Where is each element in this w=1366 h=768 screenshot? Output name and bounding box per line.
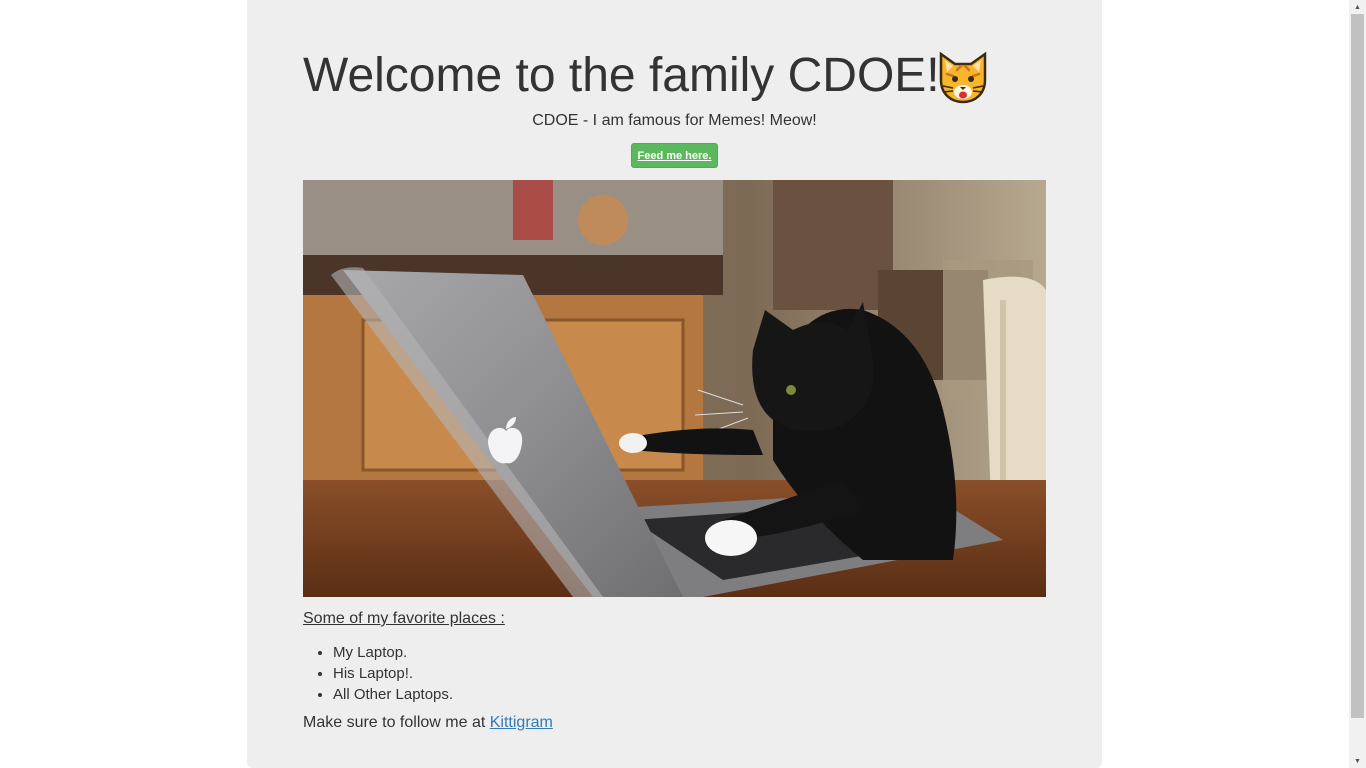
favorite-places-heading: Some of my favorite places :	[303, 610, 505, 627]
favorite-places-list: My Laptop. His Laptop!. All Other Laptop…	[303, 642, 453, 705]
vertical-scrollbar[interactable]: ▲ ▼	[1349, 0, 1366, 768]
cat-laptop-illustration	[303, 180, 1046, 597]
kittigram-link[interactable]: Kittigram	[490, 714, 553, 731]
list-item: My Laptop.	[333, 642, 453, 663]
page-title: Welcome to the family CDOE!	[303, 49, 940, 102]
scroll-up-arrow-icon[interactable]: ▲	[1349, 0, 1366, 14]
scroll-down-arrow-icon[interactable]: ▼	[1349, 754, 1366, 768]
page-subtitle: CDOE - I am famous for Memes! Meow!	[532, 112, 817, 129]
jumbotron: Welcome to the family CDOE! CDOE - I am …	[247, 0, 1102, 768]
follow-prefix: Make sure to follow me at	[303, 714, 486, 731]
list-item: His Laptop!.	[333, 663, 453, 684]
follow-line: Make sure to follow me at Kittigram	[303, 712, 553, 734]
scrollbar-thumb[interactable]	[1351, 14, 1364, 718]
list-item: All Other Laptops.	[333, 684, 453, 705]
cat-laptop-photo	[303, 180, 1046, 597]
title-row: Welcome to the family CDOE!	[303, 48, 1046, 108]
feed-me-button[interactable]: Feed me here.	[631, 143, 718, 168]
cat-face-icon	[939, 51, 987, 104]
